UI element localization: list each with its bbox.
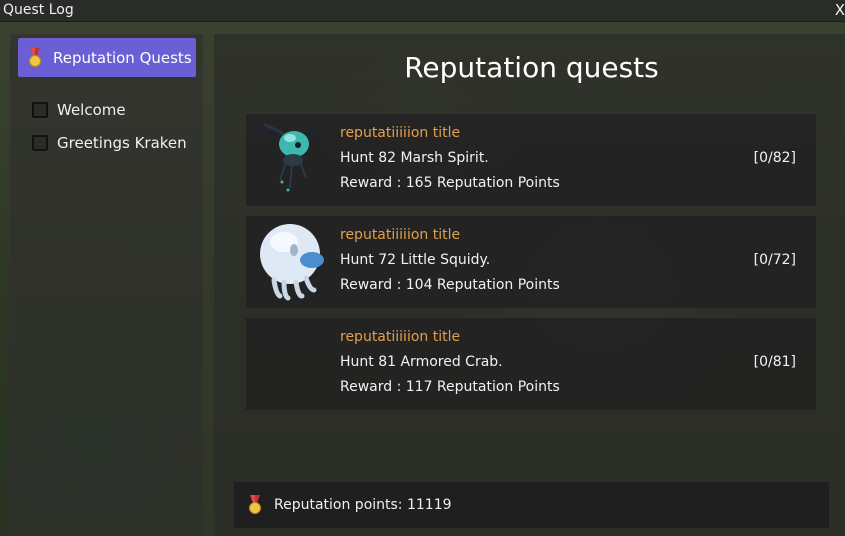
sidebar-item-welcome[interactable]: Welcome <box>32 99 126 121</box>
page-title: Reputation quests <box>404 51 659 84</box>
little-squidy-portrait <box>254 220 332 302</box>
close-icon[interactable]: X <box>835 1 845 19</box>
quest-card[interactable]: reputatiiiiion title Hunt 72 Little Squi… <box>246 216 816 308</box>
quest-reward: Reward : 165 Reputation Points <box>340 175 560 191</box>
armored-crab-portrait <box>254 322 332 404</box>
quest-title: reputatiiiiion title <box>340 329 461 345</box>
sidebar-item-label: Greetings Kraken <box>57 134 187 152</box>
sidebar-item-label: Reputation Quests <box>53 48 192 67</box>
reputation-points-bar: Reputation points: 11119 <box>234 482 829 528</box>
medal-icon <box>248 495 262 515</box>
sidebar-item-label: Welcome <box>57 101 126 119</box>
quest-progress: [0/72] <box>753 252 796 268</box>
marsh-spirit-portrait <box>254 118 332 200</box>
quest-title: reputatiiiiion title <box>340 125 461 141</box>
window-titlebar[interactable]: Quest Log X <box>0 0 845 22</box>
quest-card[interactable]: reputatiiiiion title Hunt 81 Armored Cra… <box>246 318 816 410</box>
checkbox[interactable] <box>32 102 48 118</box>
quest-list-panel: Reputation quests reputatiiiiion title H… <box>214 34 845 536</box>
quest-objective: Hunt 72 Little Squidy. <box>340 252 491 268</box>
checkbox[interactable] <box>32 135 48 151</box>
sidebar-item-greetings-kraken[interactable]: Greetings Kraken <box>32 132 187 154</box>
panel-divider <box>203 34 214 536</box>
quest-reward: Reward : 104 Reputation Points <box>340 277 560 293</box>
window-title: Quest Log <box>3 2 74 18</box>
quest-category-sidebar: Reputation Quests Welcome Greetings Krak… <box>10 34 203 536</box>
quest-objective: Hunt 81 Armored Crab. <box>340 354 503 370</box>
reputation-points-total: Reputation points: 11119 <box>274 497 452 513</box>
quest-objective: Hunt 82 Marsh Spirit. <box>340 150 489 166</box>
quest-card[interactable]: reputatiiiiion title Hunt 82 Marsh Spiri… <box>246 114 816 206</box>
quest-progress: [0/82] <box>753 150 796 166</box>
quest-title: reputatiiiiion title <box>340 227 461 243</box>
quest-reward: Reward : 117 Reputation Points <box>340 379 560 395</box>
sidebar-item-reputation-quests[interactable]: Reputation Quests <box>18 38 196 77</box>
quest-progress: [0/81] <box>753 354 796 370</box>
medal-icon <box>28 47 42 68</box>
